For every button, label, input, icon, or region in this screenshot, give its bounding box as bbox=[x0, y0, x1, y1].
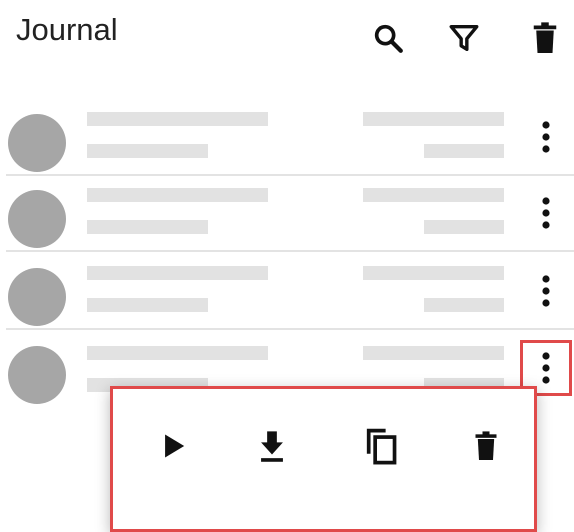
avatar bbox=[8, 268, 66, 326]
context-menu bbox=[110, 386, 537, 532]
list-item[interactable] bbox=[0, 254, 574, 330]
placeholder-title bbox=[87, 266, 268, 280]
placeholder-meta bbox=[363, 188, 504, 202]
list-item[interactable] bbox=[0, 176, 574, 252]
more-vert-icon bbox=[542, 275, 550, 307]
list-item[interactable] bbox=[0, 100, 574, 176]
placeholder-meta bbox=[363, 112, 504, 126]
filter-icon[interactable] bbox=[444, 18, 484, 58]
more-options-button[interactable] bbox=[528, 268, 564, 314]
more-vert-icon bbox=[542, 121, 550, 153]
page-title: Journal bbox=[16, 12, 118, 47]
placeholder-meta bbox=[363, 346, 504, 360]
app-header: Journal bbox=[0, 0, 574, 75]
avatar bbox=[8, 114, 66, 172]
placeholder-subtitle bbox=[87, 298, 208, 312]
delete-icon[interactable] bbox=[525, 18, 565, 58]
download-icon[interactable] bbox=[249, 423, 295, 469]
avatar bbox=[8, 346, 66, 404]
more-options-button[interactable] bbox=[528, 114, 564, 160]
placeholder-subtitle bbox=[87, 220, 208, 234]
search-icon[interactable] bbox=[368, 18, 408, 58]
placeholder-meta-secondary bbox=[424, 144, 504, 158]
delete-icon[interactable] bbox=[463, 423, 509, 469]
row-divider bbox=[6, 328, 574, 330]
placeholder-meta-secondary bbox=[424, 220, 504, 234]
placeholder-title bbox=[87, 112, 268, 126]
more-options-button[interactable] bbox=[528, 190, 564, 236]
copy-icon[interactable] bbox=[358, 423, 404, 469]
placeholder-subtitle bbox=[87, 144, 208, 158]
avatar bbox=[8, 190, 66, 248]
placeholder-meta bbox=[363, 266, 504, 280]
placeholder-title bbox=[87, 188, 268, 202]
play-icon[interactable] bbox=[151, 423, 197, 469]
row-divider bbox=[6, 250, 574, 252]
placeholder-meta-secondary bbox=[424, 298, 504, 312]
more-vert-icon bbox=[542, 352, 550, 384]
placeholder-title bbox=[87, 346, 268, 360]
more-vert-icon bbox=[542, 197, 550, 229]
